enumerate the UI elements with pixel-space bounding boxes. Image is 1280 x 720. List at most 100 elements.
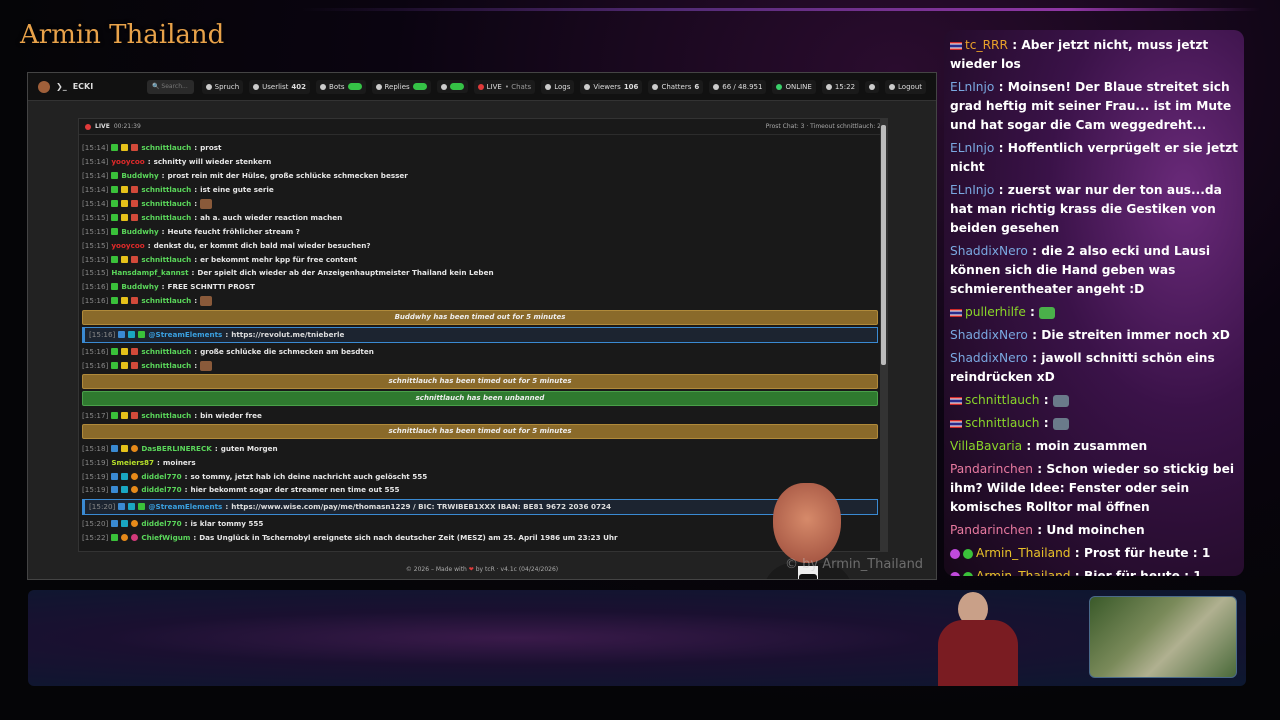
green-badge-icon — [111, 186, 119, 194]
nav-item-online[interactable]: ONLINE — [772, 79, 816, 94]
username[interactable]: schnittlauch — [141, 411, 191, 420]
username[interactable]: Smeiers87 — [111, 458, 154, 467]
message-text: Das Unglück in Tschernobyl ereignete sic… — [199, 533, 618, 543]
chat-message: [15:16] schnittlauch: große schlücke die s… — [82, 345, 878, 359]
username[interactable]: diddel770 — [141, 519, 181, 528]
toggle-switch[interactable] — [347, 83, 362, 90]
bot-badge-icon — [118, 503, 126, 511]
nav-item-15-22[interactable]: 15:22 — [821, 79, 860, 94]
side-username[interactable]: Armin_Thailand — [976, 569, 1071, 576]
side-username[interactable]: ELnInjo — [950, 141, 994, 155]
message-text: guten Morgen — [220, 443, 278, 453]
timestamp: [15:19] — [82, 485, 109, 495]
side-chat-message: tc_RRR : Aber jetzt nicht, muss jetzt wi… — [950, 36, 1238, 74]
side-username[interactable]: schnittlauch — [965, 416, 1039, 430]
thai-flag-icon — [950, 308, 962, 317]
side-username[interactable]: tc_RRR — [965, 38, 1008, 52]
nav-item-label: ONLINE — [785, 82, 812, 91]
nav-item-logs[interactable]: Logs — [541, 79, 575, 94]
side-username[interactable]: schnittlauch — [965, 393, 1039, 407]
chat-message: [15:22] ChiefWigum: Das Unglück in Tschern… — [82, 531, 878, 545]
username[interactable]: schnittlauch — [141, 185, 191, 194]
colon: : — [184, 485, 188, 495]
side-username[interactable]: ShaddixNero — [950, 328, 1028, 342]
username[interactable]: schnittlauch — [141, 143, 191, 152]
broadcaster-badge-icon — [950, 571, 960, 576]
nav-item-label: LIVE — [486, 82, 502, 91]
username[interactable]: schnittlauch — [141, 213, 191, 222]
side-username[interactable]: Pandarinchen — [950, 523, 1033, 537]
side-chat-message: Armin_Thailand : Prost für heute : 1 — [950, 544, 1238, 563]
username[interactable]: Hansdampf_kannst — [111, 268, 188, 277]
nav-item-live[interactable]: LIVE • Chats — [473, 79, 536, 94]
username[interactable]: schnittlauch — [141, 296, 191, 305]
chat-dashboard-window: ❯_ ECKI 🔍 Search... Spruch Userlist 402 Bot… — [27, 72, 937, 580]
side-username[interactable]: ELnInjo — [950, 183, 994, 197]
message-text[interactable]: https://revolut.me/tnieberle — [231, 330, 344, 339]
scrollbar-thumb[interactable] — [881, 125, 886, 365]
red-badge-icon — [131, 411, 139, 419]
chatters-icon — [652, 83, 659, 90]
side-username[interactable]: Armin_Thailand — [976, 546, 1071, 560]
search-input[interactable]: 🔍 Search... — [147, 79, 194, 94]
message-text: schnitty will wieder stenkern — [153, 157, 272, 167]
username[interactable]: Buddwhy — [121, 227, 158, 236]
yellow-badge-icon — [121, 297, 129, 305]
nav-item-spruch[interactable]: Spruch — [201, 79, 244, 94]
side-chat-overlay: tc_RRR : Aber jetzt nicht, muss jetzt wi… — [944, 30, 1244, 576]
username[interactable]: @StreamElements — [148, 330, 222, 339]
toggle-switch[interactable] — [449, 83, 464, 90]
colon: : — [184, 471, 188, 481]
username[interactable]: diddel770 — [141, 472, 181, 481]
search-placeholder: Search... — [161, 82, 188, 90]
nav-item-mic-icon[interactable] — [436, 80, 468, 93]
side-username[interactable]: ShaddixNero — [950, 351, 1028, 365]
green-badge-icon — [111, 255, 119, 263]
nav-item-userlist[interactable]: Userlist 402 — [249, 79, 311, 94]
username[interactable]: Buddwhy — [121, 171, 158, 180]
side-username[interactable]: Pandarinchen — [950, 462, 1033, 476]
colon: : — [191, 268, 195, 278]
scrollbar[interactable] — [880, 119, 887, 551]
username[interactable]: DasBERLINERECK — [141, 444, 212, 453]
side-username[interactable]: VillaBavaria — [950, 439, 1022, 453]
username[interactable]: schnittlauch — [141, 361, 191, 370]
nav-item-viewers[interactable]: Viewers 106 — [580, 79, 643, 94]
message-text: ah a. auch wieder reaction machen — [200, 212, 343, 222]
username[interactable]: ChiefWigum — [141, 533, 190, 542]
username[interactable]: schnittlauch — [141, 255, 191, 264]
nav-item-chatters[interactable]: Chatters 6 — [648, 79, 704, 94]
partner-badge-icon — [128, 331, 136, 339]
nav-item-bots[interactable]: Bots — [316, 79, 366, 94]
nav-item-moon-icon[interactable] — [865, 80, 880, 93]
yellow-badge-icon — [121, 213, 129, 221]
brand[interactable]: ❯_ ECKI — [38, 80, 139, 93]
username[interactable]: diddel770 — [141, 485, 181, 494]
message-text: hier bekommt sogar der streamer nen time… — [190, 485, 400, 495]
username[interactable]: schnittlauch — [141, 199, 191, 208]
reply-icon — [375, 83, 382, 90]
side-username[interactable]: pullerhilfe — [965, 305, 1026, 319]
nav-item-logout[interactable]: Logout — [885, 79, 926, 94]
green-badge-icon — [111, 200, 119, 207]
nav-item-66-48-951[interactable]: 66 / 48.951 — [709, 79, 767, 94]
green-badge-icon — [111, 227, 119, 235]
username[interactable]: yooycoo — [111, 157, 144, 166]
message-text: bin wieder free — [200, 410, 262, 420]
message-text[interactable]: https://www.wise.com/pay/me/thomasn1229 … — [231, 502, 611, 511]
username[interactable]: @StreamElements — [148, 502, 222, 511]
side-username[interactable]: ShaddixNero — [950, 244, 1028, 258]
toggle-switch[interactable] — [412, 83, 427, 90]
green-badge-icon — [111, 411, 119, 419]
nav-item-replies[interactable]: Replies — [371, 79, 431, 94]
side-chat-message: ELnInjo : zuerst war nur der ton aus...d… — [950, 181, 1238, 238]
username[interactable]: Buddwhy — [121, 282, 158, 291]
uptime: 00:21:39 — [113, 123, 141, 130]
nav-item-label: Logout — [898, 82, 922, 91]
cyan-badge-icon — [121, 520, 129, 528]
username[interactable]: yooycoo — [111, 241, 144, 250]
username[interactable]: schnittlauch — [141, 347, 191, 356]
colon: : — [194, 361, 198, 371]
side-username[interactable]: ELnInjo — [950, 80, 994, 94]
timestamp: [15:22] — [82, 533, 109, 543]
